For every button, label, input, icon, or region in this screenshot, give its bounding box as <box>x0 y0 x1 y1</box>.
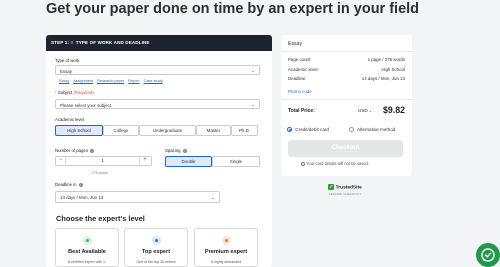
summary-label: Deadline: <box>288 76 307 81</box>
subject-required: (Required) <box>73 90 94 95</box>
trust-subtitle: SECURE CHECKOUT <box>328 192 362 197</box>
academic-level-label: Academic level <box>55 117 84 122</box>
payment-option-card[interactable]: Credit/debit card <box>287 127 329 133</box>
quick-link-case-study[interactable]: Case study <box>144 79 163 83</box>
summary-value: High School <box>381 67 405 72</box>
subject-select[interactable]: Please select your subject ⌄ <box>55 99 260 109</box>
subject-placeholder: Please select your subject <box>60 102 112 108</box>
summary-label: Page count: <box>288 57 312 62</box>
expert-card-top-expert[interactable]: Top expert One of the top 30 writers <box>124 228 188 267</box>
expert-desc: One of the top 30 writers <box>136 260 176 264</box>
currency-value: USD <box>358 108 368 113</box>
pages-input[interactable]: 1 <box>65 156 140 166</box>
chat-icon <box>481 248 495 262</box>
chevron-down-icon: ⌄ <box>368 108 373 113</box>
type-of-work-label: Type of work <box>55 58 80 63</box>
chevron-down-icon: ⌄ <box>251 102 255 107</box>
subject-label-text: Subject <box>57 90 73 95</box>
info-icon[interactable]: i <box>182 148 187 153</box>
payment-option-label: Alternative method <box>357 127 396 132</box>
expert-dot-icon <box>154 239 158 242</box>
total-price-label: Total Price: <box>288 108 315 114</box>
type-of-work-select[interactable]: Essay ⌄ <box>55 65 260 75</box>
radio-icon <box>349 127 354 133</box>
step-title: TYPE OF WORK AND DEADLINE <box>75 40 150 45</box>
premium-expert-icon <box>221 236 231 245</box>
academic-level-college[interactable]: College <box>103 125 139 136</box>
subject-label: * Subject (Required) <box>55 90 94 95</box>
top-expert-icon <box>151 236 161 245</box>
deadline-label: Deadline in i <box>55 182 83 187</box>
academic-level-high-school[interactable]: High School <box>55 125 103 136</box>
summary-row-academic-level: Academic level: High School <box>288 67 405 72</box>
expert-desc: A highly demanded <box>210 260 242 264</box>
chevron-down-icon: ⌄ <box>251 68 255 73</box>
spacing-double[interactable]: Double <box>165 156 212 167</box>
pages-word-count: 275 words <box>92 171 108 175</box>
summary-value: 14 days / Mon, Jun 13 <box>361 76 405 81</box>
secure-note: Your card details will not be saved. <box>301 161 369 166</box>
info-icon[interactable]: i <box>90 148 95 153</box>
quick-link-essay[interactable]: Essay <box>59 79 69 83</box>
spacing-label-text: Spacing <box>165 148 181 153</box>
pages-label-text: Number of pages <box>55 148 88 153</box>
expert-card-premium-expert[interactable]: Premium expert A highly demanded <box>194 228 258 267</box>
expert-dot-icon <box>224 239 228 242</box>
trusted-site-badge[interactable]: ✓ TrustedSite SECURE CHECKOUT <box>325 184 365 196</box>
checkout-button[interactable]: Checkout <box>288 140 403 157</box>
summary-title: Essay <box>288 41 303 47</box>
trust-name: TrustedSite <box>335 185 362 191</box>
quick-link-report[interactable]: Report <box>128 79 139 83</box>
expert-name: Best Available <box>68 249 106 255</box>
step-label: STEP 1: <box>51 40 69 45</box>
page-title: Get your paper done on time by an expert… <box>46 1 420 17</box>
step-count: 3 <box>70 40 74 45</box>
info-icon[interactable]: i <box>78 182 83 187</box>
expert-name: Top expert <box>141 249 171 255</box>
deadline-value: 14 days / Mon, Jun 13 <box>60 195 104 201</box>
divider <box>281 51 412 52</box>
divider <box>281 99 412 100</box>
total-price: $9.82 <box>382 105 405 115</box>
expert-level-title: Choose the expert's level <box>56 214 145 223</box>
summary-value: 1 page / 275 words <box>367 57 405 62</box>
quick-link-research-paper[interactable]: Research paper <box>97 79 124 83</box>
summary-row-deadline: Deadline: 14 days / Mon, Jun 13 <box>288 76 405 81</box>
check-icon: ✓ <box>328 184 335 190</box>
expert-desc: A certified expert with 1- <box>67 260 107 264</box>
expert-name: Premium expert <box>204 249 248 255</box>
chat-button[interactable] <box>476 243 500 267</box>
academic-level-master[interactable]: Master <box>196 125 231 136</box>
academic-level-phd[interactable]: Ph.D. <box>231 125 258 136</box>
payment-option-label: Credit/debit card <box>295 127 329 132</box>
radio-selected-icon <box>287 127 292 133</box>
info-circle-icon <box>301 161 305 166</box>
work-type-quick-links: Essay Assignment Research paper Report C… <box>59 79 166 83</box>
summary-label: Academic level: <box>288 67 319 72</box>
summary-row-page-count: Page count: 1 page / 275 words <box>288 57 405 62</box>
secure-note-text: Your card details will not be saved. <box>306 161 369 166</box>
quick-link-assignment[interactable]: Assignment <box>73 79 93 83</box>
chevron-down-icon: ⌄ <box>211 194 215 200</box>
currency-select[interactable]: USD ⌄ <box>358 108 372 113</box>
expert-dot-icon <box>85 239 89 242</box>
payment-option-alternative[interactable]: Alternative method <box>349 127 396 133</box>
step-header: STEP 1: 3 TYPE OF WORK AND DEADLINE <box>46 35 272 51</box>
deadline-label-text: Deadline in <box>55 182 77 187</box>
pages-label: Number of pages i <box>55 148 95 153</box>
pages-increment-button[interactable]: + <box>141 156 149 166</box>
pages-decrement-button[interactable]: − <box>57 156 65 166</box>
promo-code-link[interactable]: Promo code <box>288 89 312 94</box>
academic-level-undergraduate[interactable]: Undergraduate <box>139 125 196 136</box>
spacing-label: Spacing i <box>165 148 187 153</box>
deadline-select[interactable]: 14 days / Mon, Jun 13 ⌄ <box>55 191 220 203</box>
expert-card-best-available[interactable]: .ec0::after{} Best Available A certified… <box>55 228 119 267</box>
best-available-icon: .ec0::after{} <box>82 236 92 245</box>
type-of-work-value: Essay <box>60 68 72 74</box>
spacing-single[interactable]: Single <box>212 156 260 167</box>
